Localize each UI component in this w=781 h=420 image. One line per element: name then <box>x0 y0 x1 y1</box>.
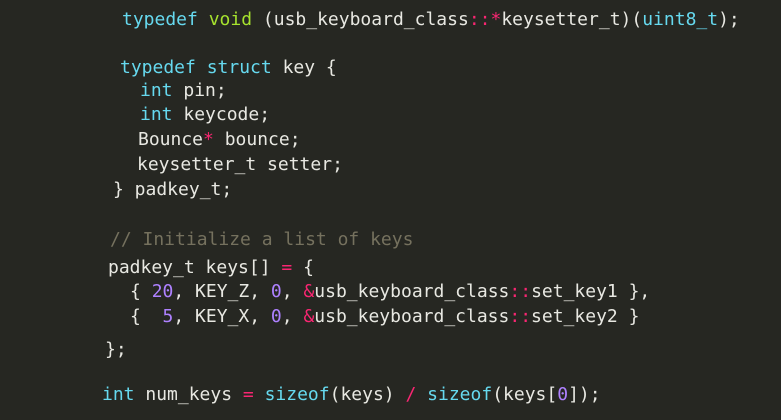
code-line: int num_keys = sizeof(keys) / sizeof(key… <box>102 384 601 406</box>
code-token: { <box>292 257 314 278</box>
operator-token: & <box>303 306 315 327</box>
code-line: int keycode; <box>140 104 270 126</box>
code-token: pin; <box>172 80 227 101</box>
code-token: set_key1 }, <box>531 281 651 302</box>
code-token: usb_keyboard_class <box>314 281 510 302</box>
number-token: 20 <box>151 281 174 302</box>
code-token: keysetter_t setter; <box>137 154 343 175</box>
operator-token: :: <box>509 306 532 327</box>
code-line: typedef struct key { <box>120 57 337 79</box>
code-token: ); <box>718 9 740 30</box>
code-line: int pin; <box>140 80 227 102</box>
keyword-token: int <box>140 104 173 125</box>
keyword-token: sizeof <box>427 384 493 405</box>
code-line: Bounce* bounce; <box>138 129 301 151</box>
code-line: { 5, KEY_X, 0, &usb_keyboard_class::set_… <box>130 306 639 328</box>
code-token: } padkey_t; <box>113 179 233 200</box>
code-line: keysetter_t setter; <box>137 154 343 176</box>
code-token: num_keys <box>134 384 243 405</box>
code-token: { <box>130 306 163 327</box>
operator-token: & <box>303 281 315 302</box>
operator-token: :: <box>509 281 532 302</box>
code-token: (keys[ <box>492 384 558 405</box>
operator-token: * <box>203 129 214 150</box>
code-token: , <box>281 281 304 302</box>
keyword-token: struct <box>206 57 272 78</box>
code-token: keysetter_t)( <box>501 9 643 30</box>
code-token: usb_keyboard_class <box>314 306 510 327</box>
code-token: bounce; <box>213 129 301 150</box>
keyword-token: typedef <box>120 57 196 78</box>
operator-token: = <box>281 257 293 278</box>
code-editor[interactable]: typedef void (usb_keyboard_class::*keyse… <box>0 0 781 420</box>
number-token: 5 <box>162 306 174 327</box>
code-token: keycode; <box>172 104 271 125</box>
code-token: set_key2 } <box>531 306 640 327</box>
code-token: { <box>130 281 152 302</box>
code-token: (keys) <box>329 384 406 405</box>
code-token: Bounce <box>138 129 204 150</box>
type-token: void <box>208 9 253 30</box>
number-token: 0 <box>270 281 282 302</box>
code-token: key { <box>271 57 337 78</box>
operator-token: = <box>242 384 254 405</box>
code-token: padkey_t keys[] <box>108 257 282 278</box>
keyword-token: sizeof <box>264 384 330 405</box>
code-line: }; <box>105 339 127 361</box>
code-token: ]); <box>568 384 601 405</box>
code-token: }; <box>105 339 127 360</box>
code-line: padkey_t keys[] = { <box>108 257 314 279</box>
operator-token: / <box>405 384 417 405</box>
code-line: { 20, KEY_Z, 0, &usb_keyboard_class::set… <box>130 281 650 303</box>
code-comment: // Initialize a list of keys <box>110 229 413 251</box>
number-token: 0 <box>270 306 282 327</box>
code-line: } padkey_t; <box>113 179 232 201</box>
comment-token: // Initialize a list of keys <box>110 229 414 250</box>
keyword-token: typedef <box>122 9 198 30</box>
code-line: typedef void (usb_keyboard_class::*keyse… <box>122 9 740 31</box>
code-token: , KEY_Z, <box>173 281 271 302</box>
operator-token: ::* <box>468 9 502 30</box>
number-token: 0 <box>557 384 569 405</box>
keyword-token: int <box>102 384 135 405</box>
code-token: (usb_keyboard_class <box>252 9 469 30</box>
keyword-token: int <box>140 80 173 101</box>
keyword-token: uint8_t <box>642 9 719 30</box>
code-token: , <box>281 306 304 327</box>
code-token: , KEY_X, <box>173 306 271 327</box>
